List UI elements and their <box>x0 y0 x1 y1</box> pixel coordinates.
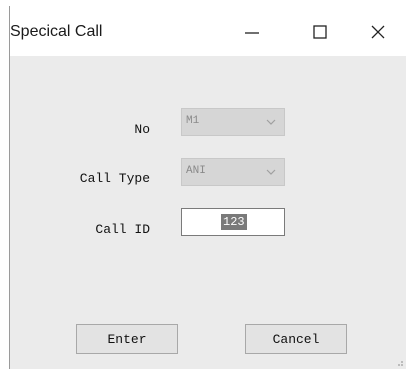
call-type-combobox[interactable]: ANI <box>181 158 285 186</box>
no-combobox-value: M1 <box>186 115 200 127</box>
call-id-input-value: 123 <box>221 214 247 230</box>
chevron-down-icon <box>266 169 276 175</box>
minimize-button[interactable] <box>232 14 272 50</box>
call-id-input[interactable]: 123 <box>181 208 285 236</box>
no-label: No <box>134 122 150 137</box>
dialog-body: No M1 Call Type ANI Call ID 123 Enter Ca… <box>10 56 406 369</box>
minimize-icon <box>245 32 259 34</box>
no-combobox[interactable]: M1 <box>181 108 285 136</box>
call-type-combobox-value: ANI <box>186 165 206 177</box>
resize-grip-icon[interactable] <box>394 357 404 367</box>
title-bar[interactable]: Specical Call <box>10 6 406 56</box>
maximize-button[interactable] <box>300 14 340 50</box>
close-icon <box>371 25 385 39</box>
special-call-dialog: Specical Call No M1 Call Type ANI Call I… <box>9 6 406 369</box>
chevron-down-icon <box>266 119 276 125</box>
maximize-icon <box>313 25 327 39</box>
enter-button[interactable]: Enter <box>76 324 178 354</box>
call-id-label: Call ID <box>95 222 150 237</box>
close-button[interactable] <box>358 14 398 50</box>
window-title: Specical Call <box>10 23 103 40</box>
cancel-button[interactable]: Cancel <box>245 324 347 354</box>
call-type-label: Call Type <box>79 171 150 186</box>
